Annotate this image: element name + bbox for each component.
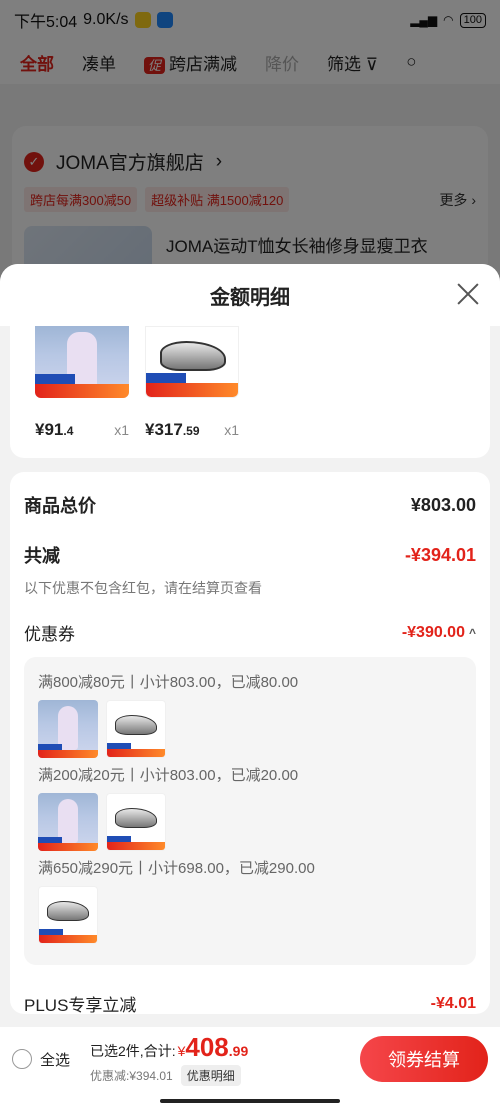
item-price-dec: .4 <box>63 424 74 438</box>
item-shoe[interactable]: ¥317.59 x1 <box>145 326 239 440</box>
total-value: ¥803.00 <box>410 494 476 515</box>
amount-detail-card: 商品总价 ¥803.00 共减 -¥394.01 以下优惠不包含红包，请在结算页… <box>10 472 490 1016</box>
coupon-line: 满200减20元丨小计803.00，已减20.00 <box>38 767 299 784</box>
coupon-breakdown: 满800减80元丨小计803.00，已减80.00 满200减20元丨小计803… <box>24 657 476 965</box>
plus-label: PLUS专享立减 <box>24 996 137 1015</box>
close-icon[interactable] <box>456 282 480 306</box>
item-price: ¥317.59 <box>145 420 200 440</box>
amount-detail-sheet: 金额明细 ¥91.4 x1 ¥317.59 x1 商品总价 ¥803.00 共减… <box>0 264 500 1111</box>
chevron-up-icon[interactable]: ^ <box>469 626 476 640</box>
coupon-item-shoe-image <box>106 793 166 851</box>
coupon-item-shoe-image <box>106 700 166 758</box>
coupon-item-hoodie-image <box>38 700 98 758</box>
selected-prefix: 已选2件,合计: <box>90 1043 176 1059</box>
items-card: ¥91.4 x1 ¥317.59 x1 <box>10 326 490 458</box>
item-price-int: ¥91 <box>35 420 64 439</box>
saved-amount: 优惠减:¥394.01 <box>90 1069 173 1083</box>
discount-value: -¥394.01 <box>404 544 476 565</box>
coupon-label: 优惠券 <box>24 625 75 644</box>
coupon-value: -¥390.00 <box>401 623 465 641</box>
select-all-label[interactable]: 全选 <box>40 1049 70 1070</box>
item-qty: x1 <box>114 422 129 438</box>
item-price: ¥91.4 <box>35 420 73 440</box>
coupon-line: 满800减80元丨小计803.00，已减80.00 <box>38 674 299 691</box>
total-row: 商品总价 ¥803.00 <box>24 492 476 518</box>
discount-note: 以下优惠不包含红包，请在结算页查看 <box>24 580 262 596</box>
checkout-button[interactable]: 领券结算 <box>360 1036 488 1082</box>
sum-dec: .99 <box>228 1043 249 1059</box>
total-label: 商品总价 <box>24 496 96 516</box>
select-all-radio[interactable] <box>12 1049 32 1069</box>
item-qty: x1 <box>224 422 239 438</box>
sheet-title: 金额明细 <box>210 286 290 309</box>
discount-label: 共减 <box>24 546 60 566</box>
checkout-bar: 全选 已选2件,合计: ¥ 408 .99 优惠减:¥394.01 优惠明细 领… <box>0 1027 500 1091</box>
coupon-row[interactable]: 优惠券 -¥390.00 ^ <box>24 620 476 645</box>
shoe-image <box>145 326 239 398</box>
discount-detail-button[interactable]: 优惠明细 <box>180 1065 241 1086</box>
home-indicator[interactable] <box>160 1099 340 1103</box>
item-price-dec: .59 <box>182 424 200 438</box>
sum-currency: ¥ <box>177 1043 186 1059</box>
discount-row: 共减 -¥394.01 <box>24 542 476 568</box>
plus-value: -¥4.01 <box>430 994 476 1012</box>
coupon-item-hoodie-image <box>38 793 98 851</box>
hoodie-image <box>35 326 129 398</box>
coupon-line: 满650减290元丨小计698.00，已减290.00 <box>38 860 315 877</box>
item-price-int: ¥317 <box>145 420 183 439</box>
sum-block: 已选2件,合计: ¥ 408 .99 优惠减:¥394.01 优惠明细 <box>90 1032 248 1086</box>
item-hoodie[interactable]: ¥91.4 x1 <box>35 326 129 440</box>
plus-row: PLUS专享立减 -¥4.01 <box>24 991 476 1016</box>
coupon-item-shoe-image <box>38 886 98 944</box>
sum-int: 408 <box>185 1032 229 1062</box>
sheet-header: 金额明细 <box>0 264 500 326</box>
